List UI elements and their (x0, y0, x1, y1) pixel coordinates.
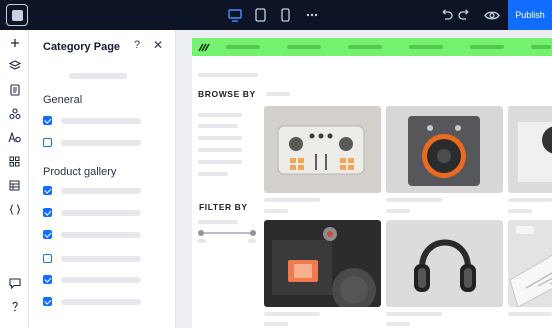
section-title-product-gallery: Product gallery (43, 166, 117, 178)
category-link[interactable] (198, 113, 242, 117)
product-card-turntable[interactable] (508, 106, 552, 193)
product-name-placeholder (386, 198, 442, 202)
filter-label-placeholder (198, 220, 238, 224)
layers-icon[interactable] (7, 58, 22, 73)
option-label-placeholder (61, 188, 141, 194)
top-bar: Publish (0, 0, 552, 30)
product-name-placeholder (264, 312, 320, 316)
more-options-icon[interactable] (304, 7, 320, 23)
site-preview: BROWSE BY FILTER BY (192, 38, 552, 328)
theme-icon[interactable] (7, 130, 22, 145)
option-label-placeholder (61, 210, 141, 216)
left-toolbar (0, 30, 29, 328)
product-name-placeholder (508, 312, 552, 316)
mobile-view-icon[interactable] (277, 7, 293, 23)
product-card-dj-controller[interactable] (264, 106, 381, 193)
category-link[interactable] (198, 136, 242, 140)
product-price-placeholder (386, 209, 410, 213)
desktop-view-icon[interactable] (227, 7, 243, 23)
publish-button[interactable]: Publish (508, 0, 552, 30)
gallery-checkbox-3[interactable] (43, 230, 52, 239)
option-label-placeholder (61, 277, 141, 283)
nav-item[interactable] (287, 45, 321, 49)
product-card-keyboard[interactable] (508, 220, 552, 307)
option-label-placeholder (61, 140, 141, 146)
gallery-checkbox-2[interactable] (43, 208, 52, 217)
add-icon[interactable] (7, 35, 22, 50)
section-title-general: General (43, 94, 83, 106)
product-price-placeholder (264, 322, 288, 326)
tablet-view-icon[interactable] (252, 7, 268, 23)
category-link[interactable] (198, 172, 228, 176)
chat-icon[interactable] (7, 276, 22, 291)
nav-item[interactable] (470, 45, 504, 49)
general-checkbox-2[interactable] (43, 138, 52, 147)
gallery-checkbox-6[interactable] (43, 297, 52, 306)
panel-title: Category Page (43, 41, 121, 53)
option-label-placeholder (61, 299, 141, 305)
product-card-speaker[interactable] (386, 106, 503, 193)
option-label-placeholder (61, 118, 141, 124)
product-card-headphones[interactable] (386, 220, 503, 307)
gallery-checkbox-5[interactable] (43, 275, 52, 284)
range-max-placeholder (248, 239, 256, 243)
widgets-grid-icon[interactable] (7, 154, 22, 169)
gallery-checkbox-4[interactable] (43, 254, 52, 263)
product-card-sampler-pad[interactable] (264, 220, 381, 307)
logo-icon[interactable] (6, 4, 28, 26)
undo-icon[interactable] (438, 7, 454, 23)
site-logo-icon (198, 43, 210, 52)
breadcrumb-placeholder (198, 73, 258, 77)
nav-item[interactable] (531, 45, 551, 49)
title-placeholder (266, 92, 290, 96)
product-name-placeholder (508, 198, 552, 202)
product-price-placeholder (264, 209, 288, 213)
option-label-placeholder (61, 256, 141, 262)
filter-by-heading: FILTER BY (199, 202, 248, 212)
apps-icon[interactable] (7, 106, 22, 121)
nav-item[interactable] (226, 45, 260, 49)
product-price-placeholder (386, 322, 410, 326)
option-label-placeholder (61, 232, 141, 238)
site-header (192, 38, 552, 56)
category-link[interactable] (198, 148, 242, 152)
category-page-panel: Category Page ? ✕ General Product galler… (29, 30, 176, 328)
pages-icon[interactable] (7, 82, 22, 97)
category-link[interactable] (198, 124, 238, 128)
preview-eye-icon[interactable] (484, 7, 500, 23)
nav-item[interactable] (348, 45, 382, 49)
range-min-placeholder (198, 239, 206, 243)
product-name-placeholder (386, 312, 442, 316)
product-name-placeholder (264, 198, 320, 202)
price-range-slider[interactable] (198, 228, 256, 238)
category-link[interactable] (198, 160, 242, 164)
code-braces-icon[interactable] (7, 202, 22, 217)
table-icon[interactable] (7, 178, 22, 193)
placeholder-pill (69, 73, 127, 79)
general-checkbox-1[interactable] (43, 116, 52, 125)
editor-canvas: BROWSE BY FILTER BY (176, 30, 552, 328)
help-icon[interactable]: ? (134, 39, 140, 51)
help-icon[interactable] (7, 299, 22, 314)
product-price-placeholder (508, 209, 532, 213)
nav-item[interactable] (409, 45, 443, 49)
redo-icon[interactable] (456, 7, 472, 23)
browse-by-heading: BROWSE BY (198, 89, 256, 99)
close-icon[interactable]: ✕ (153, 38, 163, 52)
gallery-checkbox-1[interactable] (43, 186, 52, 195)
